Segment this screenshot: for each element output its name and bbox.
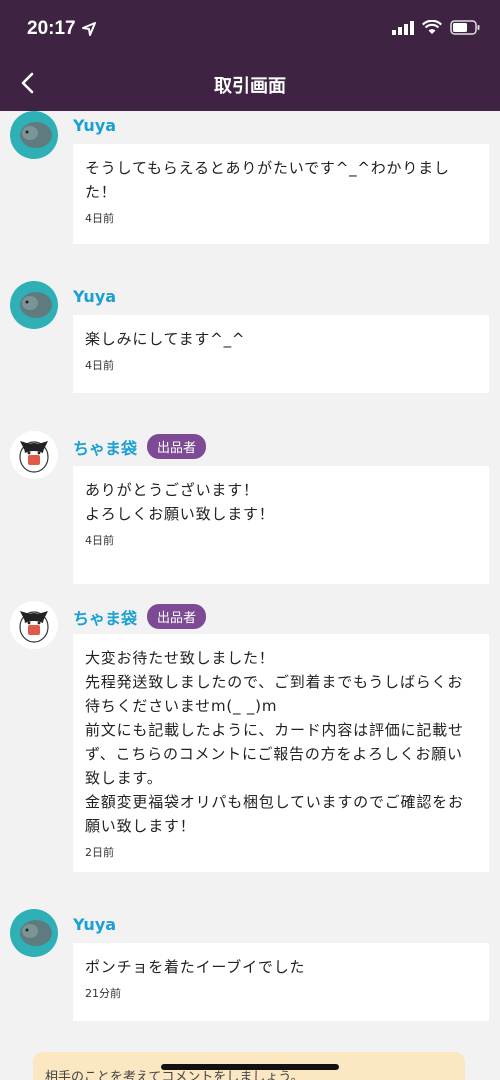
message-bubble: ありがとうございます！ よろしくお願い致します！ 4日前 [73, 466, 489, 584]
battery-icon [450, 20, 480, 39]
message-bubble: 大変お待たせ致しました！ 先程発送致しましたので、ご到着までもうしばらくお待ちく… [73, 634, 489, 872]
message-text: 大変お待たせ致しました！ 先程発送致しましたので、ご到着までもうしばらくお待ちく… [85, 649, 464, 835]
home-indicator [161, 1064, 339, 1070]
message-bubble: 楽しみにしてます^_^ 4日前 [73, 315, 489, 393]
sender: Yuya [73, 116, 116, 135]
page-title: 取引画面 [214, 76, 286, 97]
sender-name: Yuya [73, 287, 117, 306]
sender-name: ちゃま袋 [73, 608, 138, 628]
status-bar: 20:17 [0, 0, 500, 60]
message-time: 4日前 [85, 359, 114, 372]
sender-name: Yuya [73, 915, 117, 934]
sender: Yuya [73, 287, 116, 306]
avatar[interactable] [10, 601, 58, 649]
message-time: 4日前 [85, 212, 114, 225]
wifi-icon [422, 19, 442, 39]
seller-badge: 出品者 [147, 434, 207, 459]
sender: Yuya [73, 915, 116, 934]
seller-badge: 出品者 [147, 604, 207, 629]
status-icons [392, 19, 480, 39]
avatar[interactable] [10, 111, 58, 159]
avatar[interactable] [10, 281, 58, 329]
signal-icon [392, 20, 414, 39]
message-time: 2日前 [85, 846, 114, 859]
avatar[interactable] [10, 909, 58, 957]
message-list[interactable]: Yuya そうしてもらえるとありがたいです^_^わかりました！ 4日前 Yuya… [0, 111, 500, 1080]
message-text: そうしてもらえるとありがたいです^_^わかりました！ [85, 159, 450, 201]
sender: ちゃま袋 出品者 [73, 434, 207, 459]
sender-name: Yuya [73, 116, 117, 135]
message-bubble: そうしてもらえるとありがたいです^_^わかりました！ 4日前 [73, 144, 489, 244]
message-bubble: ポンチョを着たイーブイでした 21分前 [73, 943, 489, 1021]
message-time: 21分前 [85, 987, 121, 1000]
avatar[interactable] [10, 431, 58, 479]
notice-text: 相手のことを考えてコメントをしましょう。 [45, 1070, 304, 1080]
sender: ちゃま袋 出品者 [73, 604, 207, 629]
sender-name: ちゃま袋 [73, 438, 138, 458]
location-arrow-icon [82, 21, 96, 40]
message-text: 楽しみにしてます^_^ [85, 330, 246, 348]
status-time: 20:17 [27, 18, 76, 39]
message-time: 4日前 [85, 534, 114, 547]
message-text: ポンチョを着たイーブイでした [85, 958, 306, 976]
nav-bar: 取引画面 [0, 60, 500, 111]
message-text: ありがとうございます！ よろしくお願い致します！ [85, 481, 275, 523]
